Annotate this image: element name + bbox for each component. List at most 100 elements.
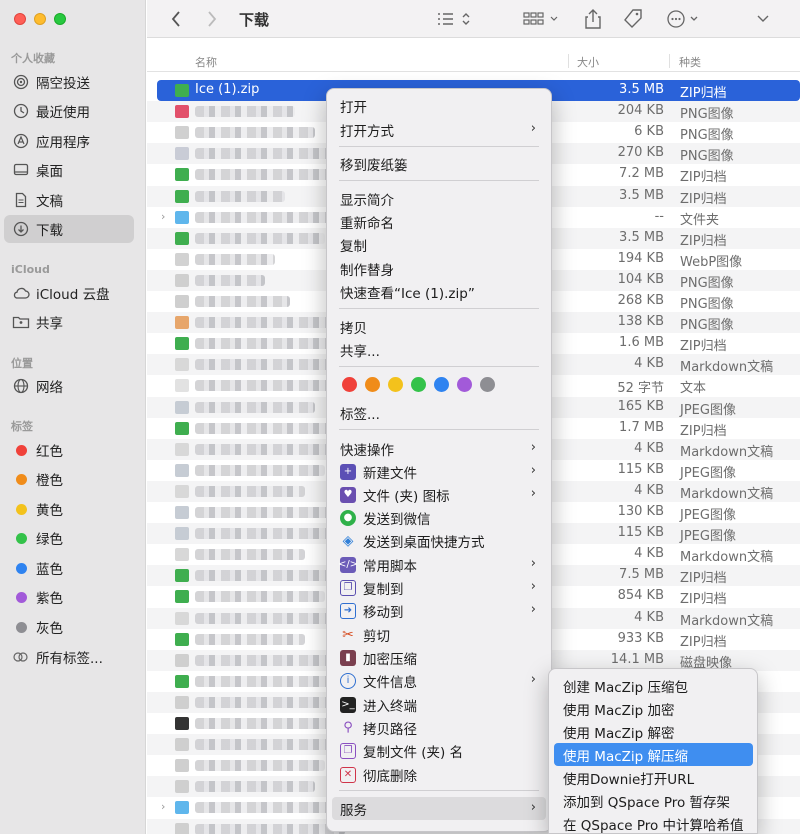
group-button[interactable] — [519, 6, 563, 32]
file-size: 138 KB — [617, 314, 664, 330]
menu-item-label: 快速查看“Ice (1).zip” — [340, 285, 475, 302]
menu-item-get-info[interactable]: 显示简介 — [332, 187, 546, 210]
tag-color-gray[interactable] — [480, 377, 495, 392]
submenu-arrow-icon: › — [530, 440, 536, 455]
service-maczip-decrypt[interactable]: 使用 MacZip 解密 — [554, 720, 753, 743]
menu-item-file-info[interactable]: i 文件信息 › — [332, 669, 546, 692]
service-downie-open-url[interactable]: 使用Downie打开URL — [554, 766, 753, 789]
sidebar-item-documents[interactable]: 文稿 — [4, 186, 134, 214]
sidebar-item-tag-green[interactable]: 绿色 — [4, 524, 134, 552]
file-size: 3.5 MB — [619, 187, 664, 203]
menu-item-send-wechat[interactable]: ● 发送到微信 — [332, 506, 546, 529]
service-create-maczip[interactable]: 创建 MacZip 压缩包 — [554, 674, 753, 697]
menu-item-copy[interactable]: 拷贝 — [332, 315, 546, 338]
tag-color-yellow[interactable] — [388, 377, 403, 392]
share-button[interactable] — [581, 6, 605, 32]
sidebar-item-tag-red[interactable]: 红色 — [4, 436, 134, 464]
window-controls — [14, 13, 66, 25]
tag-button[interactable] — [621, 6, 645, 32]
back-button[interactable] — [165, 6, 187, 32]
menu-item-folder-icon[interactable]: ♥ 文件 (夹) 图标 › — [332, 483, 546, 506]
sidebar-item-shared[interactable]: 共享 — [4, 308, 134, 336]
file-icon — [175, 759, 189, 773]
submenu-arrow-icon: › — [530, 579, 536, 594]
service-maczip-extract[interactable]: 使用 MacZip 解压缩 — [554, 743, 753, 766]
sidebar-item-tag-purple[interactable]: 紫色 — [4, 583, 134, 611]
file-icon — [175, 379, 189, 393]
column-divider[interactable] — [669, 54, 670, 68]
view-options-button[interactable] — [433, 6, 475, 32]
column-size[interactable]: 大小 — [577, 54, 599, 70]
sidebar-item-recents[interactable]: 最近使用 — [4, 97, 134, 125]
minimize-window-button[interactable] — [34, 13, 46, 25]
tag-color-blue[interactable] — [434, 377, 449, 392]
menu-item-services[interactable]: 服务 › — [332, 797, 546, 820]
disclosure-chevron-icon[interactable]: › — [161, 210, 165, 223]
menu-item-copy-path[interactable]: ⚲ 拷贝路径 — [332, 716, 546, 739]
menu-item-duplicate[interactable]: 复制 — [332, 233, 546, 256]
submenu-arrow-icon: › — [530, 602, 536, 617]
menu-item-trash[interactable]: 移到废纸篓 — [332, 152, 546, 175]
file-icon — [175, 674, 189, 688]
menu-item-move-to[interactable]: ➜ 移动到 › — [332, 599, 546, 622]
menu-item-tags[interactable]: 标签... — [332, 401, 546, 424]
file-icon — [175, 695, 189, 709]
file-icon — [175, 168, 189, 182]
menu-item-send-desktop[interactable]: ◈ 发送到桌面快捷方式 — [332, 529, 546, 552]
sidebar-item-tag-blue[interactable]: 蓝色 — [4, 554, 134, 582]
zoom-window-button[interactable] — [54, 13, 66, 25]
menu-item-rename[interactable]: 重新命名 — [332, 210, 546, 233]
sidebar-item-tag-gray[interactable]: 灰色 — [4, 613, 134, 641]
disclosure-chevron-icon[interactable]: › — [161, 800, 165, 813]
expand-toolbar-button[interactable] — [753, 6, 773, 32]
sidebar-item-airdrop[interactable]: 隔空投送 — [4, 68, 134, 96]
sidebar-item-all-tags[interactable]: 所有标签... — [4, 643, 134, 671]
menu-item-quick-actions[interactable]: 快速操作 › — [332, 437, 546, 460]
menu-item-open-with[interactable]: 打开方式 › — [332, 118, 546, 141]
sidebar-item-network[interactable]: 网络 — [4, 372, 134, 400]
sidebar-item-applications[interactable]: 应用程序 — [4, 127, 134, 155]
column-name[interactable]: 名称 — [195, 54, 217, 70]
tag-color-purple[interactable] — [457, 377, 472, 392]
menu-item-cut[interactable]: ✂ 剪切 — [332, 623, 546, 646]
menu-item-copy-name[interactable]: ❐ 复制文件 (夹) 名 — [332, 739, 546, 762]
service-maczip-encrypt[interactable]: 使用 MacZip 加密 — [554, 697, 753, 720]
menu-item-label: 快速操作 — [340, 442, 394, 459]
gray-tag-dot — [12, 618, 30, 636]
sidebar-item-downloads[interactable]: 下载 — [4, 215, 134, 243]
column-divider[interactable] — [568, 54, 569, 68]
tag-color-red[interactable] — [342, 377, 357, 392]
menu-item-make-alias[interactable]: 制作替身 — [332, 257, 546, 280]
menu-item-encrypt[interactable]: ▮ 加密压缩 — [332, 646, 546, 669]
action-button[interactable] — [665, 6, 709, 32]
sidebar-item-tag-orange[interactable]: 橙色 — [4, 465, 134, 493]
menu-item-copy-to[interactable]: ❐ 复制到 › — [332, 576, 546, 599]
service-qspace-shelf[interactable]: 添加到 QSpace Pro 暂存架 — [554, 789, 753, 812]
column-kind[interactable]: 种类 — [679, 54, 701, 70]
forward-button[interactable] — [201, 6, 223, 32]
file-kind: PNG图像 — [680, 297, 734, 312]
close-window-button[interactable] — [14, 13, 26, 25]
file-kind: ZIP归档 — [680, 592, 727, 608]
shared-folder-icon — [12, 313, 30, 331]
menu-item-label: 复制 — [340, 238, 367, 255]
archive-lock-icon: ▮ — [340, 649, 356, 666]
menu-item-new-file[interactable]: + 新建文件 › — [332, 460, 546, 483]
sidebar-item-tag-yellow[interactable]: 黄色 — [4, 495, 134, 523]
file-kind: Markdown文稿 — [680, 360, 774, 376]
sidebar-item-icloud-drive[interactable]: iCloud 云盘 — [4, 279, 134, 307]
menu-item-terminal[interactable]: >_ 进入终端 — [332, 693, 546, 716]
menu-item-share[interactable]: 共享... — [332, 338, 546, 361]
menu-item-quick-look[interactable]: 快速查看“Ice (1).zip” — [332, 280, 546, 303]
sidebar-item-desktop[interactable]: 桌面 — [4, 156, 134, 184]
menu-item-open[interactable]: 打开 — [332, 94, 546, 117]
file-icon — [175, 717, 189, 730]
tag-color-orange[interactable] — [365, 377, 380, 392]
file-icon — [175, 463, 189, 477]
tag-color-green[interactable] — [411, 377, 426, 392]
menu-item-scripts[interactable]: </> 常用脚本 › — [332, 553, 546, 576]
service-qspace-hash[interactable]: 在 QSpace Pro 中计算哈希值 — [554, 812, 753, 834]
menu-item-label: 使用Downie打开URL — [563, 771, 695, 788]
menu-item-delete[interactable]: ✕ 彻底删除 — [332, 763, 546, 786]
menu-item-label: 添加到 QSpace Pro 暂存架 — [563, 794, 731, 811]
